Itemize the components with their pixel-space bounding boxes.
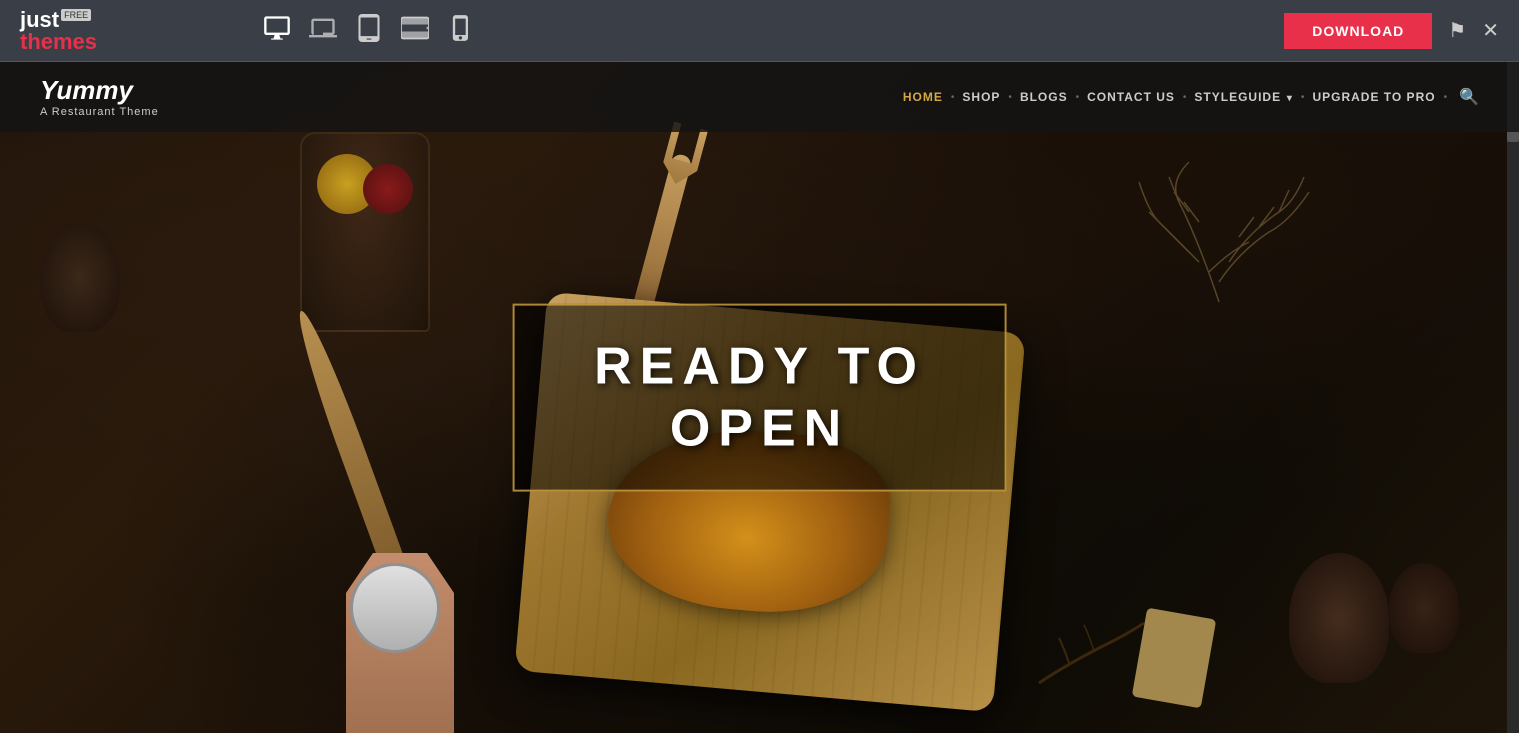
nav-styleguide[interactable]: STYLEGUIDE ▾ [1192, 86, 1295, 108]
herbs-decoration [1119, 122, 1319, 322]
nav-upgrade[interactable]: UPGRADE TO PRO [1310, 86, 1437, 108]
pine-cone-left [40, 222, 120, 332]
nav-dot-6: • [1444, 92, 1448, 103]
tablet-landscape-icon[interactable] [401, 14, 429, 48]
laptop-device-icon[interactable] [309, 14, 337, 48]
hero-section: READY TO OPEN [0, 62, 1519, 733]
logo-top: justFREE [20, 9, 97, 31]
hero-title-line2: OPEN [594, 398, 925, 460]
site-tagline: A Restaurant Theme [40, 106, 159, 119]
nav-shop[interactable]: SHOP [960, 86, 1002, 108]
toolbar-right: DOWNLOAD ⚑ ✕ [1284, 13, 1499, 49]
desktop-device-icon[interactable] [263, 14, 291, 48]
nav-contact[interactable]: CONTACT US [1085, 86, 1177, 108]
pine-cone-bottom-right-2 [1389, 563, 1459, 653]
site-header: Yummy A Restaurant Theme HOME • SHOP • B… [0, 62, 1519, 132]
download-button[interactable]: DOWNLOAD [1284, 13, 1432, 49]
logo[interactable]: justFREE themes [20, 9, 97, 53]
nav-dot-5: • [1301, 92, 1305, 103]
nav-dot-3: • [1076, 92, 1080, 103]
dropdown-arrow-icon: ▾ [1283, 93, 1293, 104]
cup [350, 563, 440, 653]
tablet-device-icon[interactable] [355, 14, 383, 48]
glass-fruits [300, 132, 430, 332]
site-logo: Yummy A Restaurant Theme [40, 75, 159, 119]
pine-cone-bottom-right [1289, 553, 1389, 683]
preview-area: READY TO OPEN Yummy A Restaurant Theme H… [0, 62, 1519, 733]
logo-just: just [20, 7, 59, 32]
nav-blogs[interactable]: BLOGS [1018, 86, 1070, 108]
nav-home[interactable]: HOME [901, 86, 945, 108]
close-icon[interactable]: ✕ [1482, 18, 1499, 43]
hero-text-box: READY TO OPEN [512, 303, 1007, 492]
free-badge: FREE [61, 9, 91, 21]
scrollbar-track[interactable] [1507, 62, 1519, 733]
nav-dot-2: • [1008, 92, 1012, 103]
hero-text-overlay: READY TO OPEN [512, 303, 1007, 492]
nav-dot-4: • [1183, 92, 1187, 103]
logo-themes: themes [20, 31, 97, 53]
hero-title-line1: READY TO [594, 335, 925, 397]
toolbar-left: justFREE themes [20, 9, 475, 53]
search-icon[interactable]: 🔍 [1459, 87, 1479, 107]
mobile-device-icon[interactable] [447, 14, 475, 48]
toolbar: justFREE themes [0, 0, 1519, 62]
site-name: Yummy [40, 75, 159, 106]
flag-icon[interactable]: ⚑ [1448, 18, 1466, 43]
nav-dot-1: • [951, 92, 955, 103]
device-icons [263, 14, 475, 48]
twig-decoration [1029, 613, 1149, 693]
site-navigation: HOME • SHOP • BLOGS • CONTACT US • STYLE… [901, 86, 1479, 108]
